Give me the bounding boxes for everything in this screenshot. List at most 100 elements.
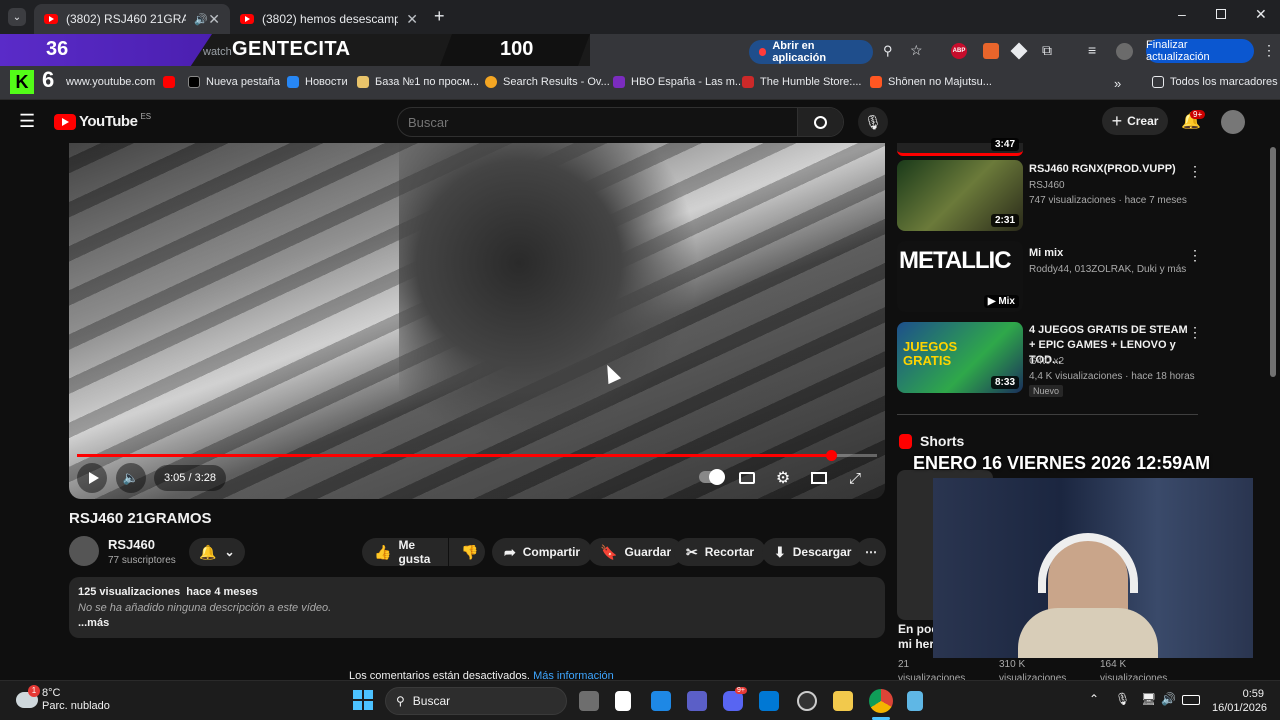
browser-tab-strip: ⌄ (3802) RSJ460 21GRAMOS 🔊 ✕ (3802) hemo…	[0, 0, 1280, 34]
share-button[interactable]: ➦ Compartir	[492, 538, 593, 566]
short-title[interactable]: En poc mi her	[898, 622, 938, 652]
hbo-icon	[613, 76, 625, 88]
bookmark-item[interactable]: www.youtube.com	[66, 76, 155, 88]
page-scrollbar[interactable]	[1266, 101, 1280, 680]
clock[interactable]: 0:59 16/01/2026	[1212, 687, 1267, 715]
bookmark-item[interactable]	[163, 76, 181, 88]
speaker-tray-icon[interactable]: 🔊	[1161, 692, 1176, 706]
youtube-favicon-icon	[44, 14, 58, 24]
download-button[interactable]: ⬇ Descargar	[762, 538, 864, 566]
more-actions-button[interactable]: ⋯	[856, 538, 886, 566]
bookmark-item[interactable]: База №1 по просм...	[357, 76, 479, 88]
description-box[interactable]: 125 visualizaciones hace 4 meses No se h…	[69, 577, 885, 638]
extensions-puzzle-icon[interactable]: ⧉	[1042, 42, 1052, 59]
profile-avatar-icon[interactable]	[1116, 43, 1133, 60]
mix-thumbnail[interactable]: METALLIC ▶ Mix	[897, 241, 1023, 312]
volume-button[interactable]: 🔈	[116, 463, 146, 493]
mail-icon[interactable]	[651, 691, 671, 711]
open-in-app-button[interactable]: Abrir en aplicación	[749, 40, 873, 64]
tab-inactive[interactable]: (3802) hemos desescampao de ✕	[230, 4, 428, 34]
autoplay-toggle[interactable]	[699, 469, 725, 485]
restore-icon[interactable]	[1216, 9, 1226, 19]
youtube-logo[interactable]: YouTube ES	[54, 112, 151, 130]
bookmark-item[interactable]: HBO España - Las m...	[613, 76, 744, 88]
dislike-button[interactable]: 👎	[449, 538, 485, 566]
media-control-icon[interactable]: ≡	[1088, 42, 1096, 58]
voice-search-button[interactable]: 🎙	[858, 107, 888, 137]
more-bookmarks-icon[interactable]: »	[1114, 76, 1121, 91]
new-tab-icon[interactable]: +	[434, 6, 445, 27]
recommended-video-title[interactable]: Mi mix	[1029, 246, 1189, 261]
search-input[interactable]	[398, 108, 798, 136]
webcam-overlay	[933, 478, 1253, 658]
recommended-video-title[interactable]: RSJ460 RGNX(PROD.VUPP)	[1029, 162, 1189, 177]
network-icon[interactable]: 🖥	[1141, 692, 1156, 706]
close-window-icon[interactable]: ✕	[1255, 6, 1267, 23]
fullscreen-button[interactable]: ⤢	[840, 463, 870, 493]
hamburger-menu-icon[interactable]: ☰	[19, 111, 35, 132]
play-button[interactable]	[77, 463, 107, 493]
chevron-up-icon[interactable]: ⌃	[1089, 692, 1099, 706]
progress-track[interactable]	[77, 450, 877, 461]
more-options-icon[interactable]: ⋮	[1188, 324, 1202, 341]
channel-name[interactable]: RSJ460	[108, 537, 155, 552]
chrome-icon[interactable]	[869, 689, 893, 713]
close-tab-icon[interactable]: ✕	[208, 11, 220, 28]
all-bookmarks-folder[interactable]: Todos los marcadores	[1152, 76, 1278, 88]
diamond-extension-icon[interactable]	[1010, 42, 1028, 60]
like-button[interactable]: 👍 Me gusta	[362, 538, 448, 566]
folder-icon[interactable]	[833, 691, 853, 711]
zoom-icon[interactable]: ⚲	[883, 43, 893, 59]
bookmark-item[interactable]: Новости	[287, 76, 348, 88]
subscribe-bell-button[interactable]: 🔔 ⌄	[189, 538, 245, 566]
video-thumbnail[interactable]: JUEGOS GRATIS 8:33	[897, 322, 1023, 393]
bookmark-item[interactable]: Search Results - Ov...	[485, 76, 610, 88]
bookmark-star-icon[interactable]: ☆	[910, 42, 923, 59]
video-player[interactable]: 🔈 3:05 / 3:28 ⚙ ⤢	[69, 143, 885, 499]
recommended-channel: RSJ460	[1029, 180, 1065, 191]
notepad-icon[interactable]	[907, 691, 923, 711]
start-button[interactable]	[353, 690, 373, 710]
store-icon[interactable]	[759, 691, 779, 711]
sidebar-previous-thumb[interactable]: 3:47	[897, 138, 1023, 156]
more-options-icon[interactable]: ⋮	[1188, 163, 1202, 180]
weather-widget[interactable]: 1 8°C Parc. nublado	[16, 685, 110, 713]
taskbar-search[interactable]: ⚲ Buscar	[385, 687, 567, 715]
search-icon: ⚲	[396, 694, 405, 708]
subtitles-button[interactable]	[732, 463, 762, 493]
tab-title: (3802) RSJ460 21GRAMOS	[66, 12, 186, 26]
finish-update-button[interactable]: Finalizar actualización	[1146, 39, 1254, 63]
progress-scrubber[interactable]	[826, 450, 837, 461]
microphone-tray-icon[interactable]: 🎙	[1115, 692, 1130, 706]
speaker-icon[interactable]: 🔊	[194, 13, 208, 26]
task-view-icon[interactable]	[579, 691, 599, 711]
menu-dots-icon[interactable]: ⋮	[1262, 42, 1276, 59]
show-more-link[interactable]: ...más	[78, 617, 109, 629]
file-icon[interactable]	[615, 691, 631, 711]
bookmark-item[interactable]: Nueva pestaña	[188, 76, 280, 88]
bookmark-item[interactable]: Shōnen no Majutsu...	[870, 76, 992, 88]
close-tab-icon[interactable]: ✕	[406, 11, 418, 28]
bookmark-item[interactable]: The Humble Store:...	[742, 76, 862, 88]
channel-avatar[interactable]	[69, 536, 99, 566]
settings-button[interactable]: ⚙	[768, 463, 798, 493]
more-options-icon[interactable]: ⋮	[1188, 247, 1202, 264]
account-avatar[interactable]	[1221, 110, 1245, 134]
obs-icon[interactable]	[797, 691, 817, 711]
miniplayer-button[interactable]	[804, 463, 834, 493]
tab-search-chevron-icon[interactable]: ⌄	[8, 8, 26, 26]
create-button[interactable]: + Crear	[1102, 107, 1168, 135]
folder-icon	[1152, 76, 1164, 88]
search-button[interactable]	[797, 108, 843, 136]
teams-icon[interactable]	[687, 691, 707, 711]
battery-icon[interactable]	[1182, 695, 1200, 705]
clip-button[interactable]: ✂ Recortar	[674, 538, 767, 566]
save-button[interactable]: 🔖 Guardar	[588, 538, 684, 566]
scrollbar-thumb[interactable]	[1270, 147, 1276, 377]
adblock-plus-icon[interactable]: ABP	[951, 43, 967, 59]
fox-extension-icon[interactable]	[983, 43, 999, 59]
minimize-icon[interactable]: –	[1178, 6, 1186, 22]
tab-active[interactable]: (3802) RSJ460 21GRAMOS 🔊 ✕	[34, 4, 230, 34]
discord-icon[interactable]	[723, 691, 743, 711]
video-thumbnail[interactable]: 2:31	[897, 160, 1023, 231]
